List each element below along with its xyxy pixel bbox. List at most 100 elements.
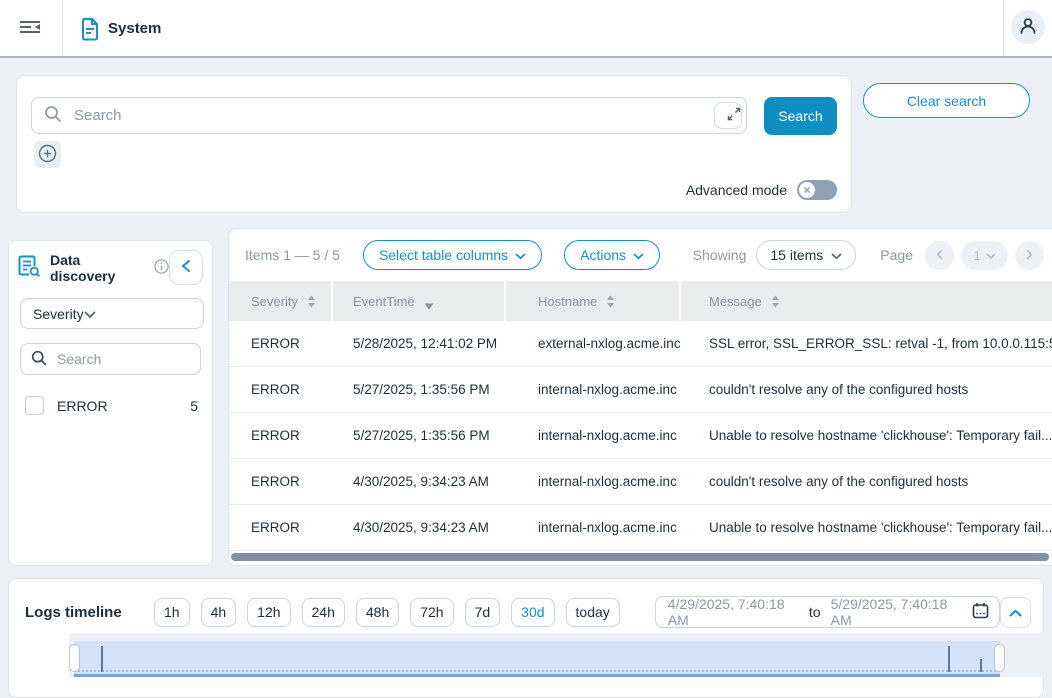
facet-row-error: ERROR 5 [25, 396, 198, 415]
data-discovery-icon [18, 254, 41, 281]
person-icon [1018, 16, 1038, 39]
cell-message: Unable to resolve hostname 'clickhouse':… [681, 520, 1052, 535]
page-size-dropdown[interactable]: 15 items [756, 240, 856, 270]
column-header-hostname[interactable]: Hostname [506, 281, 681, 321]
logs-timeline-panel: Logs timeline 1h 4h 12h 24h 48h 72h 7d 3… [8, 578, 1044, 698]
column-label: Hostname [538, 294, 597, 309]
page-title: System [108, 20, 161, 37]
plus-circle-icon [38, 144, 57, 166]
cell-eventtime: 5/27/2025, 1:35:56 PM [333, 428, 506, 443]
log-event-spike [101, 646, 103, 672]
range-button-72h[interactable]: 72h [410, 598, 453, 627]
log-event-spike [948, 646, 950, 672]
cell-hostname: internal-nxlog.acme.inc [506, 520, 681, 535]
facet-count: 5 [190, 398, 198, 414]
search-input-wrap [31, 97, 747, 134]
range-button-24h[interactable]: 24h [302, 598, 345, 627]
actions-label: Actions [580, 247, 626, 263]
column-header-severity[interactable]: Severity [229, 281, 333, 321]
chevron-down-icon [515, 247, 526, 263]
range-button-1h[interactable]: 1h [154, 598, 190, 627]
timeline-brush[interactable] [74, 641, 1000, 677]
table-row[interactable]: ERROR 5/27/2025, 1:35:56 PM internal-nxl… [229, 367, 1052, 413]
page-size-value: 15 items [770, 247, 823, 263]
chevron-down-icon [84, 306, 96, 322]
sort-both-icon [771, 295, 780, 308]
cell-severity: ERROR [229, 336, 333, 351]
info-icon [154, 259, 169, 277]
table-row[interactable]: ERROR 5/28/2025, 12:41:02 PM external-nx… [229, 321, 1052, 367]
items-summary: Items 1 — 5 / 5 [245, 247, 340, 263]
user-avatar-button[interactable] [1011, 10, 1045, 44]
brush-handle-left[interactable] [69, 644, 80, 672]
horizontal-scrollbar[interactable] [231, 553, 1049, 561]
search-icon [31, 350, 47, 369]
cell-severity: ERROR [229, 382, 333, 397]
collapse-timeline-button[interactable] [1000, 597, 1031, 628]
prev-page-button[interactable] [925, 241, 954, 270]
showing-label: Showing [693, 247, 747, 263]
page-number-dropdown[interactable]: 1 [961, 241, 1008, 270]
data-discovery-title: Data discovery [50, 252, 147, 284]
table-row[interactable]: ERROR 4/30/2025, 9:34:23 AM internal-nxl… [229, 459, 1052, 505]
toggle-off-x-icon [799, 182, 815, 198]
cell-eventtime: 4/30/2025, 9:34:23 AM [333, 474, 506, 489]
field-selector-value: Severity [33, 306, 84, 322]
select-columns-label: Select table columns [379, 247, 508, 263]
column-header-message[interactable]: Message [681, 281, 1052, 321]
system-document-icon [80, 17, 100, 44]
search-panel: Search Advanced mode [16, 75, 852, 213]
field-selector-dropdown[interactable]: Severity [20, 298, 204, 329]
info-button[interactable] [154, 259, 169, 277]
date-range-picker[interactable]: 4/29/2025, 7:40:18 AM to 5/29/2025, 7:40… [655, 596, 1000, 628]
range-button-48h[interactable]: 48h [356, 598, 399, 627]
range-button-4h[interactable]: 4h [201, 598, 237, 627]
range-button-12h[interactable]: 12h [247, 598, 290, 627]
chevron-down-icon [831, 247, 842, 263]
column-label: Message [709, 294, 762, 309]
advanced-mode-label: Advanced mode [686, 182, 787, 198]
clear-search-button[interactable]: Clear search [863, 83, 1030, 118]
range-button-7d[interactable]: 7d [465, 598, 501, 627]
topbar: System [0, 0, 1052, 58]
cell-hostname: internal-nxlog.acme.inc [506, 474, 681, 489]
table-toolbar: Items 1 — 5 / 5 Select table columns Act… [229, 229, 1052, 277]
range-button-30d[interactable]: 30d [511, 598, 554, 627]
cell-message: SSL error, SSL_ERROR_SSL: retval -1, fro… [681, 336, 1052, 351]
collapse-panel-button[interactable] [169, 250, 203, 285]
column-header-eventtime[interactable]: EventTime [333, 281, 506, 321]
range-button-today[interactable]: today [566, 598, 620, 627]
log-event-spike [980, 659, 982, 672]
chevron-down-icon [986, 248, 996, 263]
select-columns-button[interactable]: Select table columns [363, 240, 542, 270]
cell-hostname: internal-nxlog.acme.inc [506, 428, 681, 443]
cell-message: couldn't resolve any of the configured h… [681, 474, 1052, 489]
facet-search-input[interactable] [55, 350, 200, 368]
search-button[interactable]: Search [764, 97, 837, 135]
advanced-mode-toggle[interactable] [797, 180, 837, 200]
date-to-label: to [809, 604, 821, 620]
sidebar-toggle-button[interactable] [15, 15, 45, 41]
cell-severity: ERROR [229, 474, 333, 489]
cell-hostname: external-nxlog.acme.inc [506, 336, 681, 351]
brush-handle-right[interactable] [994, 644, 1005, 672]
actions-button[interactable]: Actions [564, 240, 660, 270]
chevron-down-icon [633, 247, 644, 263]
table-row[interactable]: ERROR 4/30/2025, 9:34:23 AM internal-nxl… [229, 505, 1052, 551]
table-row[interactable]: ERROR 5/27/2025, 1:35:56 PM internal-nxl… [229, 413, 1052, 459]
timeline-title: Logs timeline [25, 604, 137, 621]
data-discovery-panel: Data discovery Severity [8, 240, 213, 566]
expand-search-button[interactable] [714, 102, 742, 129]
add-filter-button[interactable] [34, 141, 61, 168]
facet-label: ERROR [57, 398, 108, 414]
cell-severity: ERROR [229, 520, 333, 535]
search-input[interactable] [72, 106, 714, 125]
cell-eventtime: 5/27/2025, 1:35:56 PM [333, 382, 506, 397]
next-page-button[interactable] [1015, 241, 1044, 270]
expand-icon [715, 107, 741, 124]
range-buttons: 1h 4h 12h 24h 48h 72h 7d 30d today [154, 598, 620, 627]
timeline-chart[interactable] [69, 633, 1046, 677]
chevron-left-icon [936, 248, 943, 263]
date-from-value: 4/29/2025, 7:40:18 AM [668, 596, 799, 628]
facet-checkbox[interactable] [25, 396, 44, 415]
